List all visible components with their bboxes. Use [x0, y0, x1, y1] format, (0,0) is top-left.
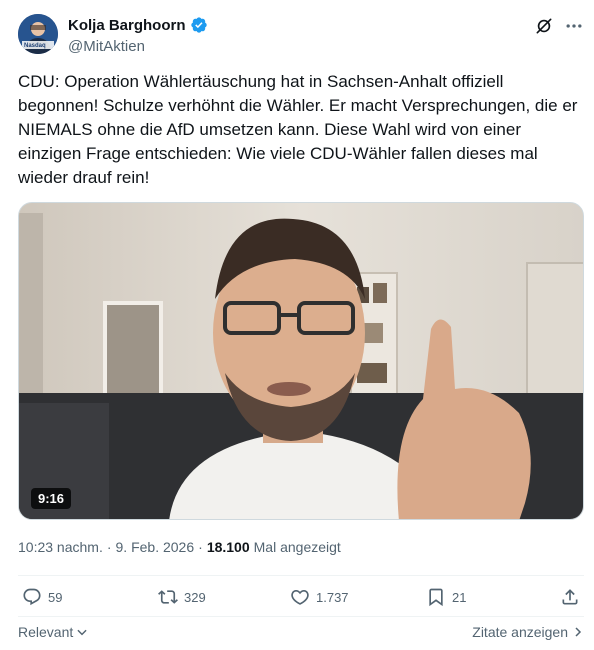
tweet-text: CDU: Operation Wählertäuschung hat in Sa…	[18, 72, 583, 187]
tweet-header: Nasdaq Kolja Barghoorn @MitAktien	[18, 14, 584, 58]
view-quotes-link[interactable]: Zitate anzeigen	[472, 624, 584, 640]
bookmark-icon	[429, 588, 443, 607]
share-button[interactable]	[560, 587, 580, 607]
share-icon	[562, 589, 578, 605]
like-button[interactable]: 1.737	[290, 587, 349, 607]
meta-separator: ·	[106, 539, 112, 555]
tweet-footer: Relevant Zitate anzeigen	[18, 624, 584, 642]
repost-icon	[158, 590, 178, 604]
meta-separator: ·	[198, 539, 203, 555]
verified-badge-icon	[190, 17, 207, 33]
bookmark-button[interactable]: 21	[426, 587, 466, 607]
tweet-meta: 10:23 nachm. · 9. Feb. 2026 · 18.100 Mal…	[18, 539, 341, 555]
action-bar: 59 329 1.737 21	[18, 587, 584, 613]
quotes-label: Zitate anzeigen	[472, 624, 568, 640]
video-player[interactable]: 9:16	[18, 202, 584, 520]
bookmark-count: 21	[452, 589, 467, 605]
reply-count: 59	[48, 589, 63, 605]
grok-icon[interactable]	[534, 16, 554, 36]
repost-button[interactable]: 329	[158, 587, 206, 607]
avatar[interactable]: Nasdaq	[18, 14, 58, 54]
video-duration: 9:16	[31, 488, 72, 509]
reply-icon	[23, 588, 41, 606]
chevron-right-icon	[575, 627, 582, 637]
handle[interactable]: @MitAktien	[68, 38, 208, 55]
tweet-date[interactable]: 9. Feb. 2026	[116, 539, 195, 555]
like-count: 1.737	[316, 589, 349, 605]
video-thumbnail	[19, 203, 583, 519]
divider	[18, 575, 584, 576]
relevant-label: Relevant	[18, 624, 74, 640]
repost-count: 329	[184, 589, 206, 605]
views-count: 18.100	[206, 539, 250, 555]
more-icon[interactable]	[564, 16, 584, 36]
relevant-sort-button[interactable]: Relevant	[18, 624, 89, 640]
display-name[interactable]: Kolja Barghoorn	[68, 17, 186, 34]
tweet-time[interactable]: 10:23 nachm.	[18, 539, 103, 555]
like-icon	[291, 589, 309, 605]
views-label: Mal angezeigt	[253, 539, 341, 555]
avatar-badge-text: Nasdaq	[24, 43, 46, 49]
reply-button[interactable]: 59	[22, 587, 62, 607]
chevron-down-icon	[77, 629, 87, 636]
author-info: Kolja Barghoorn @MitAktien	[68, 16, 208, 55]
divider	[18, 616, 584, 617]
